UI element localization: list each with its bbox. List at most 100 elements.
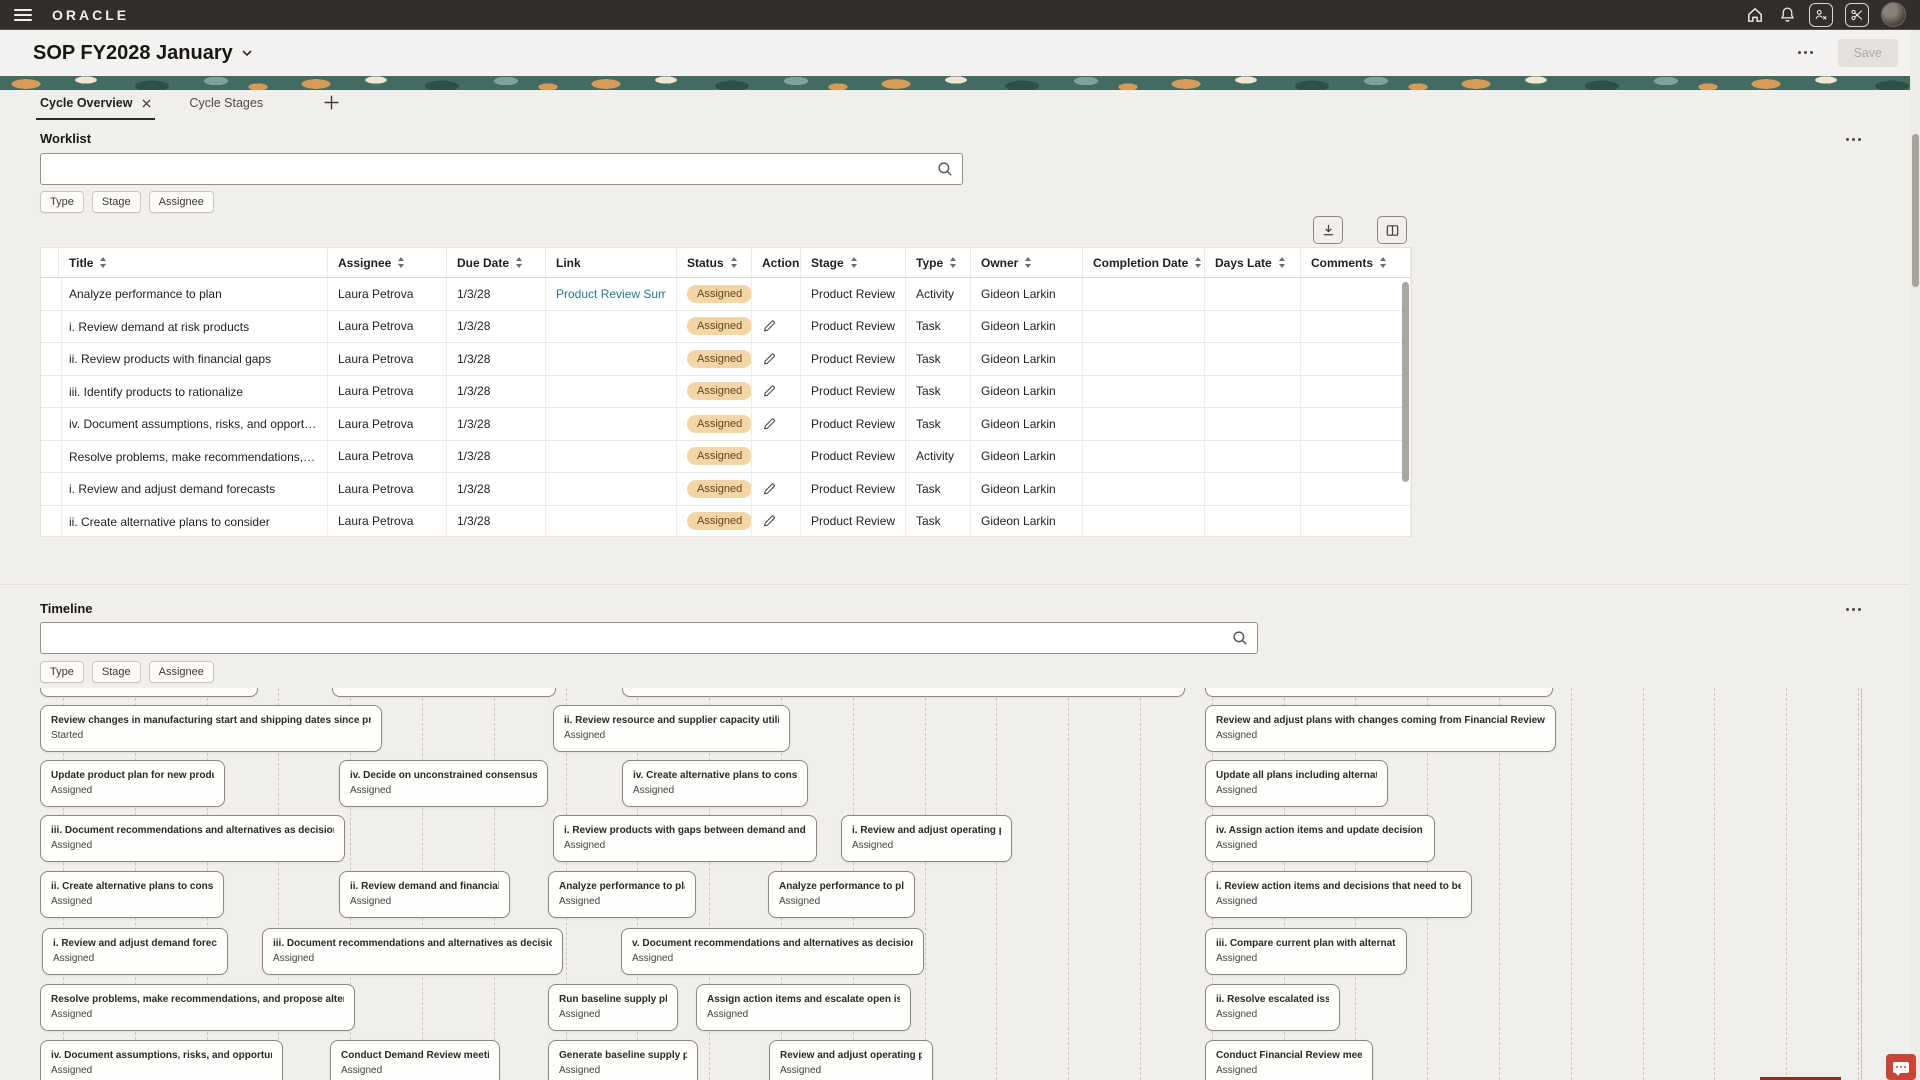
edit-pencil-icon[interactable] bbox=[762, 352, 776, 366]
column-header[interactable]: Link bbox=[546, 248, 677, 277]
timeline-card-partial[interactable] bbox=[40, 688, 258, 697]
table-row[interactable]: Analyze performance to plan Laura Petrov… bbox=[41, 278, 1411, 311]
edit-pencil-icon[interactable] bbox=[762, 417, 776, 431]
filter-chip[interactable]: Assignee bbox=[149, 661, 214, 683]
column-header[interactable]: Owner bbox=[971, 248, 1083, 277]
sort-icon[interactable] bbox=[1279, 257, 1286, 268]
timeline-card[interactable]: Analyze performance to planAssigned bbox=[768, 871, 915, 918]
user-avatar[interactable] bbox=[1881, 2, 1906, 27]
timeline-card[interactable]: ii. Review resource and supplier capacit… bbox=[553, 705, 790, 752]
search-icon[interactable] bbox=[1231, 629, 1249, 647]
hamburger-menu-icon[interactable] bbox=[14, 9, 32, 21]
page-scrollbar-track[interactable] bbox=[1910, 30, 1920, 1080]
timeline-card-partial[interactable] bbox=[1205, 688, 1553, 697]
timeline-card[interactable]: Conduct Financial Review meetingAssigned bbox=[1205, 1040, 1373, 1080]
page-scrollbar-thumb[interactable] bbox=[1912, 134, 1919, 287]
timeline-card[interactable]: Update all plans including alternativesA… bbox=[1205, 760, 1388, 807]
column-header[interactable]: Stage bbox=[801, 248, 906, 277]
oracle-logo[interactable]: ORACLE bbox=[52, 7, 129, 23]
timeline-card[interactable]: i. Review products with gaps between dem… bbox=[553, 815, 817, 862]
column-header[interactable]: Comments bbox=[1301, 248, 1411, 277]
worklist-overflow-menu-icon[interactable] bbox=[1846, 138, 1864, 142]
timeline-card[interactable]: iii. Compare current plan with alternati… bbox=[1205, 928, 1407, 975]
search-icon[interactable] bbox=[936, 160, 954, 178]
timeline-card-partial[interactable] bbox=[622, 688, 1185, 697]
edit-pencil-icon[interactable] bbox=[762, 319, 776, 333]
sort-icon[interactable] bbox=[398, 257, 405, 268]
person-x-icon-button[interactable] bbox=[1809, 3, 1833, 27]
sort-icon[interactable] bbox=[1025, 257, 1032, 268]
filter-chip[interactable]: Type bbox=[40, 191, 84, 213]
timeline-card[interactable]: iv. Assign action items and update decis… bbox=[1205, 815, 1435, 862]
sort-icon[interactable] bbox=[731, 257, 738, 268]
sort-icon[interactable] bbox=[1195, 257, 1202, 268]
table-row[interactable]: i. Review and adjust demand forecasts La… bbox=[41, 473, 1411, 506]
timeline-card[interactable]: Review and adjust operating planAssigned bbox=[769, 1040, 933, 1080]
sort-icon[interactable] bbox=[950, 257, 957, 268]
timeline-card[interactable]: Analyze performance to planAssigned bbox=[548, 871, 696, 918]
timeline-card[interactable]: Conduct Demand Review meetingAssigned bbox=[330, 1040, 500, 1080]
filter-chip[interactable]: Type bbox=[40, 661, 84, 683]
home-icon[interactable] bbox=[1745, 5, 1765, 25]
edit-pencil-icon[interactable] bbox=[762, 514, 776, 528]
sort-icon[interactable] bbox=[516, 257, 523, 268]
timeline-card[interactable]: Update product plan for new productsAssi… bbox=[40, 760, 225, 807]
column-header[interactable]: Completion Date bbox=[1083, 248, 1205, 277]
timeline-overflow-menu-icon[interactable] bbox=[1846, 608, 1864, 612]
save-button[interactable]: Save bbox=[1838, 39, 1899, 67]
timeline-card[interactable]: iv. Create alternative plans to consider… bbox=[622, 760, 808, 807]
notifications-bell-icon[interactable] bbox=[1777, 5, 1797, 25]
timeline-card[interactable]: Resolve problems, make recommendations, … bbox=[40, 984, 355, 1031]
page-title-dropdown[interactable]: SOP FY2028 January bbox=[33, 42, 253, 65]
timeline-card[interactable]: ii. Review demand and financial gapsAssi… bbox=[339, 871, 510, 918]
column-header[interactable]: Title bbox=[59, 248, 328, 277]
timeline-card[interactable]: ii. Create alternative plans to consider… bbox=[40, 871, 224, 918]
tab-cycle-overview[interactable]: Cycle Overview bbox=[36, 90, 155, 120]
timeline-card[interactable]: iii. Document recommendations and altern… bbox=[40, 815, 345, 862]
link[interactable]: Product Review Summary bbox=[556, 287, 666, 301]
timeline-card[interactable]: i. Review action items and decisions tha… bbox=[1205, 871, 1472, 918]
worklist-search-input[interactable] bbox=[49, 155, 928, 183]
table-row[interactable]: Resolve problems, make recommendations, … bbox=[41, 441, 1411, 474]
page-overflow-menu-icon[interactable] bbox=[1798, 51, 1816, 55]
table-row[interactable]: ii. Review products with financial gaps … bbox=[41, 343, 1411, 376]
timeline-card[interactable]: i. Review and adjust demand forecastsAss… bbox=[42, 928, 228, 975]
table-row[interactable]: iv. Document assumptions, risks, and opp… bbox=[41, 408, 1411, 441]
scissors-icon-button[interactable] bbox=[1845, 3, 1869, 27]
table-scrollbar-thumb[interactable] bbox=[1402, 282, 1409, 482]
filter-chip[interactable]: Assignee bbox=[149, 191, 214, 213]
timeline-card[interactable]: iv. Decide on unconstrained consensus fo… bbox=[339, 760, 548, 807]
close-icon[interactable] bbox=[142, 99, 151, 108]
edit-pencil-icon[interactable] bbox=[762, 384, 776, 398]
table-row[interactable]: iii. Identify products to rationalize La… bbox=[41, 376, 1411, 409]
timeline-card[interactable]: Generate baseline supply planAssigned bbox=[548, 1040, 698, 1080]
timeline-card[interactable]: Assign action items and escalate open is… bbox=[696, 984, 911, 1031]
filter-chip[interactable]: Stage bbox=[92, 661, 141, 683]
column-manager-button[interactable] bbox=[1377, 216, 1407, 244]
column-header[interactable]: Assignee bbox=[328, 248, 447, 277]
table-row[interactable]: i. Review demand at risk products Laura … bbox=[41, 311, 1411, 344]
timeline-search-input[interactable] bbox=[49, 624, 1223, 652]
tab-cycle-stages[interactable]: Cycle Stages bbox=[185, 90, 267, 118]
add-tab-button[interactable] bbox=[323, 90, 340, 111]
timeline-card[interactable]: Run baseline supply planAssigned bbox=[548, 984, 678, 1031]
chat-feedback-button[interactable] bbox=[1886, 1054, 1916, 1080]
table-row[interactable]: ii. Create alternative plans to consider… bbox=[41, 506, 1411, 538]
sort-icon[interactable] bbox=[851, 257, 858, 268]
timeline-card[interactable]: Review and adjust plans with changes com… bbox=[1205, 705, 1556, 752]
download-button[interactable] bbox=[1313, 216, 1343, 244]
edit-pencil-icon[interactable] bbox=[762, 482, 776, 496]
timeline-card-partial[interactable] bbox=[332, 688, 556, 697]
column-header[interactable]: Days Late bbox=[1205, 248, 1301, 277]
timeline-card[interactable]: Review changes in manufacturing start an… bbox=[40, 705, 382, 752]
timeline-card[interactable]: iii. Document recommendations and altern… bbox=[262, 928, 563, 975]
column-header[interactable]: Status bbox=[677, 248, 752, 277]
column-header[interactable]: Due Date bbox=[447, 248, 546, 277]
timeline-card[interactable]: i. Review and adjust operating planAssig… bbox=[841, 815, 1012, 862]
column-header[interactable]: Action bbox=[752, 248, 801, 277]
timeline-card[interactable]: iv. Document assumptions, risks, and opp… bbox=[40, 1040, 283, 1080]
filter-chip[interactable]: Stage bbox=[92, 191, 141, 213]
timeline-card[interactable]: v. Document recommendations and alternat… bbox=[621, 928, 924, 975]
timeline-card[interactable]: ii. Resolve escalated issuesAssigned bbox=[1205, 984, 1340, 1031]
sort-icon[interactable] bbox=[100, 257, 107, 268]
